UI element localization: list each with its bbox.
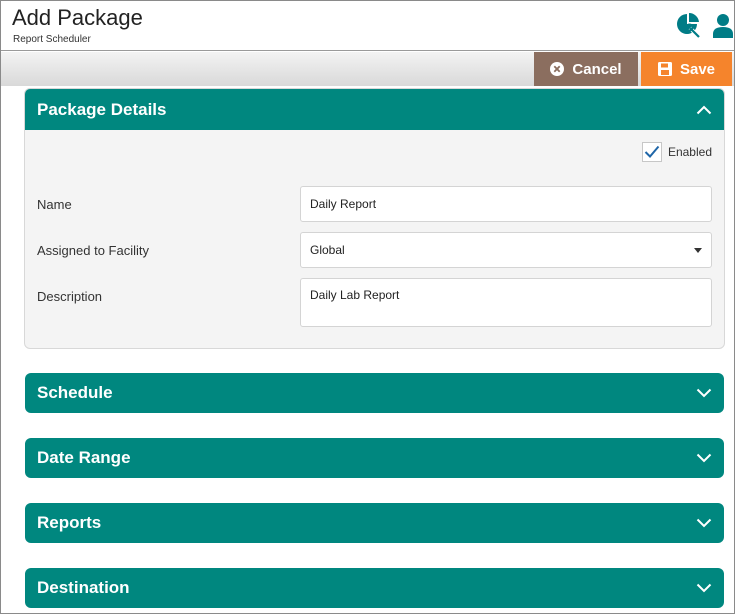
- enabled-label: Enabled: [667, 145, 712, 159]
- dropdown-caret-icon: [694, 247, 702, 253]
- date-range-title: Date Range: [37, 448, 131, 467]
- schedule-section-header[interactable]: Schedule: [25, 373, 724, 413]
- toolbar: Cancel Save: [1, 52, 734, 86]
- page-header: Add Package Report Scheduler: [1, 1, 734, 51]
- destination-title: Destination: [37, 578, 130, 597]
- enabled-option: Enabled: [641, 142, 712, 162]
- page-title: Add Package: [12, 5, 143, 30]
- chevron-down-icon: [696, 518, 712, 528]
- facility-label: Assigned to Facility: [37, 243, 149, 258]
- name-input[interactable]: Daily Report: [300, 186, 712, 222]
- date-range-section-header[interactable]: Date Range: [25, 438, 724, 478]
- chevron-down-icon: [696, 583, 712, 593]
- package-details-panel: Package Details Enabled Name Daily Repor…: [24, 88, 725, 349]
- checkmark-icon: [644, 145, 660, 158]
- reports-section-header[interactable]: Reports: [25, 503, 724, 543]
- main-content: Package Details Enabled Name Daily Repor…: [1, 86, 734, 613]
- chevron-up-icon: [696, 105, 712, 115]
- description-label: Description: [37, 289, 103, 304]
- chevron-down-icon: [696, 388, 712, 398]
- save-button[interactable]: Save: [641, 52, 732, 86]
- destination-section-header[interactable]: Destination: [25, 568, 724, 608]
- save-label: Save: [679, 60, 716, 78]
- schedule-title: Schedule: [37, 383, 113, 402]
- tools-chart-icon[interactable]: [675, 12, 701, 39]
- page-subtitle: Report Scheduler: [13, 34, 91, 45]
- facility-value: Global: [310, 243, 345, 257]
- enabled-checkbox[interactable]: [641, 142, 662, 162]
- app-window: Add Package Report Scheduler Cancel Save…: [0, 0, 735, 614]
- cancel-button[interactable]: Cancel: [534, 52, 638, 86]
- name-label: Name: [37, 197, 72, 212]
- package-details-title: Package Details: [37, 99, 167, 119]
- cancel-label: Cancel: [572, 60, 622, 78]
- reports-title: Reports: [37, 513, 102, 532]
- save-icon: [657, 62, 672, 76]
- facility-select[interactable]: Global: [300, 232, 712, 268]
- user-icon[interactable]: [711, 12, 734, 38]
- chevron-down-icon: [696, 453, 712, 463]
- cancel-icon: [550, 62, 565, 76]
- description-textarea[interactable]: Daily Lab Report: [300, 278, 712, 327]
- package-details-header[interactable]: Package Details: [25, 89, 724, 130]
